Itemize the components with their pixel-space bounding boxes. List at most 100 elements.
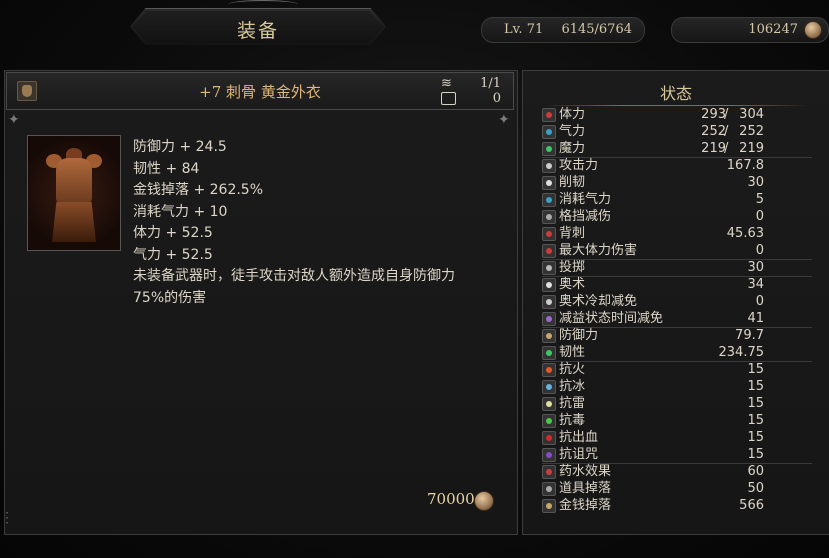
stat-label: 体力	[559, 107, 586, 122]
stat-value: 15	[747, 413, 764, 428]
stat-row: 削韧 30	[542, 174, 828, 191]
stat-label: 药水效果	[559, 464, 612, 479]
stat-label: 投掷	[559, 260, 586, 275]
stat-current: 252	[701, 124, 726, 139]
armor-picture	[46, 144, 102, 242]
stat-row: 抗毒 15	[542, 412, 828, 429]
backstab-icon	[542, 227, 556, 241]
stat-label: 减益状态时间减免	[559, 311, 664, 326]
item-description: 未装备武器时，徒手攻击对敌人额外造成自身防御力75%的伤害	[133, 268, 455, 306]
stat-value: 0	[755, 294, 764, 309]
stat-value: 15	[747, 396, 764, 411]
stat-value: 566	[739, 498, 764, 513]
stack-count-stored: 0	[492, 91, 501, 106]
ice-resist-icon	[542, 380, 556, 394]
stat-value: 60	[747, 464, 764, 479]
stat-slash: /	[724, 124, 729, 139]
health-icon	[542, 108, 556, 122]
resource-row: 气力 252/252	[542, 123, 828, 140]
money-drop-icon	[542, 499, 556, 513]
block-icon	[542, 210, 556, 224]
stat-label: 韧性	[559, 345, 586, 360]
stat-row: 防御力 79.7	[542, 327, 828, 344]
stat-label: 抗火	[559, 362, 586, 377]
stat-label: 气力	[559, 124, 586, 139]
stat-row: 抗冰 15	[542, 378, 828, 395]
stat-value: 50	[747, 481, 764, 496]
stat-row: 韧性 234.75	[542, 344, 828, 361]
stat-label: 削韧	[559, 175, 586, 190]
stat-row: 抗诅咒 15	[542, 446, 828, 463]
stat-max: 219	[739, 141, 764, 156]
corner-ornament-tr: ✦	[498, 112, 510, 128]
stat-label: 抗毒	[559, 413, 586, 428]
stat-label: 防御力	[559, 328, 599, 343]
stat-row: 奥术 34	[542, 276, 828, 293]
stat-value: 45.63	[726, 226, 764, 241]
item-drop-icon	[542, 482, 556, 496]
storage-chest-icon	[441, 92, 456, 105]
poise-icon	[542, 346, 556, 360]
stat-row: 最大体力伤害 0	[542, 242, 828, 259]
stat-label: 抗冰	[559, 379, 586, 394]
stat-value: 0	[755, 243, 764, 258]
currency-amount: 106247	[748, 22, 798, 37]
poison-resist-icon	[542, 414, 556, 428]
title-banner: 装备	[130, 8, 386, 45]
item-name: +7 刺骨 黄金外衣	[199, 83, 321, 101]
stat-value: 15	[747, 447, 764, 462]
stat-row: 背刺 45.63	[542, 225, 828, 242]
stat-row: 格挡减伤 0	[542, 208, 828, 225]
stat-row: 抗雷 15	[542, 395, 828, 412]
stat-label: 魔力	[559, 141, 586, 156]
stat-slash: /	[724, 107, 729, 122]
arcane-cooldown-icon	[542, 295, 556, 309]
level-pill: Lv. 71 6145/6764	[481, 17, 645, 43]
stat-current: 219	[701, 141, 726, 156]
stat-row: 药水效果 60	[542, 463, 828, 480]
page-title: 装备	[236, 20, 279, 42]
stack-count: 1/1 0	[480, 76, 501, 106]
stat-value: 0	[755, 209, 764, 224]
throw-icon	[542, 261, 556, 275]
stack-icon: ≋	[441, 76, 452, 91]
stamina-cost-icon	[542, 193, 556, 207]
resource-row: 体力 293/ 304	[542, 106, 828, 123]
stat-max: 304	[739, 107, 764, 122]
item-image	[27, 135, 121, 251]
stat-slash: /	[724, 141, 729, 156]
coin-icon	[804, 21, 822, 39]
stat-label: 抗雷	[559, 396, 586, 411]
stat-value: 15	[747, 379, 764, 394]
status-title: 状态	[659, 84, 692, 103]
debuff-reduction-icon	[542, 312, 556, 326]
stat-label: 格挡减伤	[559, 209, 612, 224]
item-stat: 消耗气力 + 10	[133, 203, 228, 220]
poise-break-icon	[542, 176, 556, 190]
item-stat: 防御力 + 24.5	[133, 139, 227, 155]
stat-label: 消耗气力	[559, 192, 612, 207]
stat-label: 道具掉落	[559, 481, 612, 496]
item-header: +7 刺骨 黄金外衣 ≋ 1/1 0	[6, 72, 514, 110]
stack-count-held: 1/1	[480, 76, 501, 91]
stat-row: 抗火 15	[542, 361, 828, 378]
stat-value: 15	[747, 430, 764, 445]
stat-row: 奥术冷却减免 0	[542, 293, 828, 310]
attack-icon	[542, 159, 556, 173]
stat-value: 34	[747, 277, 764, 292]
bleed-resist-icon	[542, 431, 556, 445]
arcane-icon	[542, 278, 556, 292]
item-stat: 气力 + 52.5	[133, 246, 213, 263]
max-hp-damage-icon	[542, 244, 556, 258]
stat-label: 奥术	[559, 277, 586, 292]
coin-icon	[474, 491, 494, 511]
stat-row: 攻击力 167.8	[542, 157, 828, 174]
item-stat-list: 防御力 + 24.5 韧性 + 84 金钱掉落 + 262.5% 消耗气力 + …	[133, 137, 263, 266]
item-stat: 韧性 + 84	[133, 160, 200, 177]
item-price: 70000	[427, 490, 475, 508]
stat-value: 167.8	[726, 158, 764, 173]
curse-resist-icon	[542, 448, 556, 462]
stat-value: 41	[747, 311, 764, 326]
lightning-resist-icon	[542, 397, 556, 411]
defense-icon	[542, 329, 556, 343]
